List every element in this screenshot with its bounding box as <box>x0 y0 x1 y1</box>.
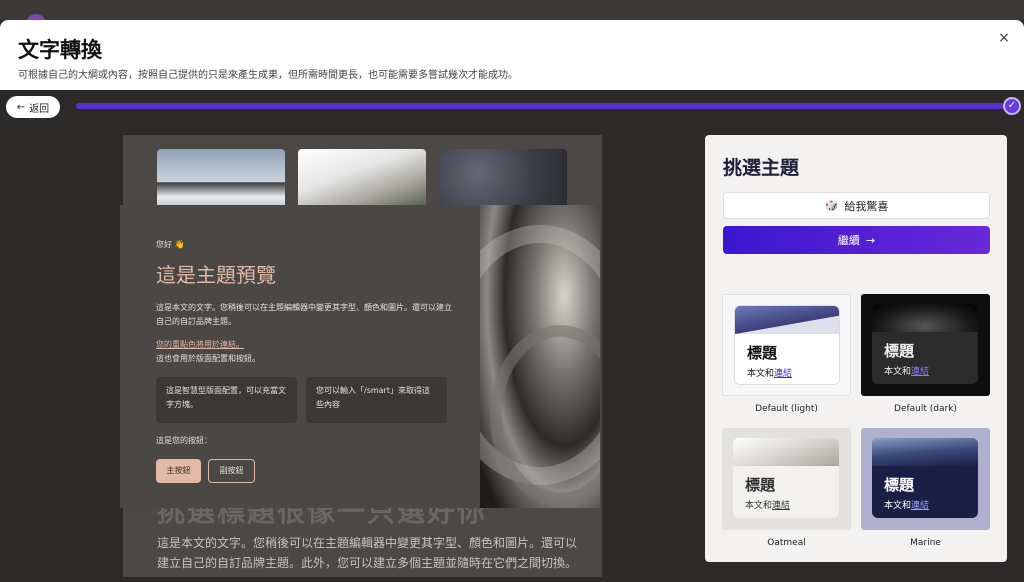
continue-button[interactable]: 繼續 → <box>723 226 990 254</box>
theme-picker-panel: 挑選主題 🎲 給我驚喜 繼續 → 標題 本文和連結 Default (light… <box>705 135 1007 562</box>
preview-title: 這是主題預覽 <box>156 263 276 287</box>
theme-tile-heading: 標題 <box>884 342 915 360</box>
preview-greeting: 您好 👋 <box>156 240 185 249</box>
smart-layout-box: 您可以輸入「/smart」來取得這些內容 <box>306 377 447 423</box>
theme-name: Default (dark) <box>894 404 957 414</box>
back-button-label: 返回 <box>29 103 50 115</box>
tile-body-link: 連結 <box>774 369 793 379</box>
preview-secondary-button: 副按鈕 <box>208 459 255 483</box>
continue-label: 繼續 <box>837 234 860 247</box>
tile-body-prefix: 本文和 <box>747 369 775 379</box>
tile-body-link: 連結 <box>911 367 930 377</box>
preview-link-note: 這也會用於版面配置和按鈕。 <box>156 354 260 363</box>
theme-tile-body: 本文和連結 <box>884 364 929 377</box>
tile-body-prefix: 本文和 <box>884 501 912 511</box>
abstract-art-image <box>480 205 600 508</box>
theme-tile-default-light[interactable]: 標題 本文和連結 <box>722 294 851 396</box>
back-button[interactable]: ← 返回 <box>6 96 60 118</box>
progress-fill <box>76 103 1004 109</box>
theme-name: Oatmeal <box>767 538 806 548</box>
theme-tile-heading: 標題 <box>745 476 776 494</box>
theme-tile-oatmeal[interactable]: 標題 本文和連結 <box>722 428 851 530</box>
modal-subtitle: 可根據自己的大綱或內容，按照自己提供的只是來產生成果，但所需時間更長，也可能需要… <box>18 70 518 81</box>
theme-tile-heading: 標題 <box>747 344 778 362</box>
astronaut-image <box>298 149 426 209</box>
progress-bar <box>76 103 1004 109</box>
theme-tile-card: 標題 本文和連結 <box>872 304 978 384</box>
tile-body-prefix: 本文和 <box>884 367 912 377</box>
smart-layout-box: 這是智慧型版面配置，可以充當文字方塊。 <box>156 377 297 423</box>
theme-tile-image <box>733 438 839 466</box>
background-body-text: 這是本文的文字。您稍後可以在主題編輯器中變更其字型、顏色和圖片。還可以建立自己的… <box>157 536 578 570</box>
arrow-left-icon: ← <box>16 101 26 113</box>
preview-link: 您的重點色將用於連結。 <box>156 340 244 349</box>
close-icon[interactable]: × <box>994 28 1014 48</box>
theme-name: Marine <box>910 538 941 548</box>
app-background <box>0 0 1024 34</box>
theme-tile-image <box>735 306 839 334</box>
mountain-image <box>157 149 285 209</box>
modal-header: 文字轉換 可根據自己的大綱或內容，按照自己提供的只是來產生成果，但所需時間更長，… <box>0 20 1024 90</box>
theme-tile-body: 本文和連結 <box>884 498 929 511</box>
preview-buttons-label: 這是您的按鈕： <box>156 436 212 445</box>
modal-title: 文字轉換 <box>18 38 102 62</box>
theme-preview-card: 您好 👋 這是主題預覽 這是本文的文字。您稍後可以在主題編輯器中變更其字型、顏色… <box>120 205 480 508</box>
theme-tile-default-dark[interactable]: 標題 本文和連結 <box>861 294 990 396</box>
theme-name: Default (light) <box>755 404 818 414</box>
tile-body-link: 連結 <box>772 501 791 511</box>
theme-tile-card: 標題 本文和連結 <box>733 438 839 518</box>
theme-tile-card: 標題 本文和連結 <box>872 438 978 518</box>
starry-sky-image <box>439 149 567 209</box>
theme-tile-heading: 標題 <box>884 476 915 494</box>
preview-paragraph: 這是本文的文字。您稍後可以在主題編輯器中變更其字型、顏色和圖片。還可以建立自己的… <box>156 303 452 326</box>
theme-tile-image <box>872 304 978 332</box>
arrow-right-icon: → <box>865 233 876 247</box>
surprise-me-button[interactable]: 🎲 給我驚喜 <box>723 192 990 219</box>
theme-tile-card: 標題 本文和連結 <box>734 305 840 385</box>
theme-tile-body: 本文和連結 <box>747 366 792 379</box>
theme-tile-body: 本文和連結 <box>745 498 790 511</box>
tile-body-prefix: 本文和 <box>745 501 773 511</box>
check-icon: ✓ <box>1003 97 1021 115</box>
tile-body-link: 連結 <box>911 501 930 511</box>
theme-tile-image <box>872 438 978 466</box>
surprise-me-label: 給我驚喜 <box>844 199 889 213</box>
dice-icon: 🎲 <box>824 199 839 212</box>
theme-panel-title: 挑選主題 <box>723 157 800 179</box>
preview-primary-button: 主按鈕 <box>156 459 201 483</box>
theme-tile-marine[interactable]: 標題 本文和連結 <box>861 428 990 530</box>
